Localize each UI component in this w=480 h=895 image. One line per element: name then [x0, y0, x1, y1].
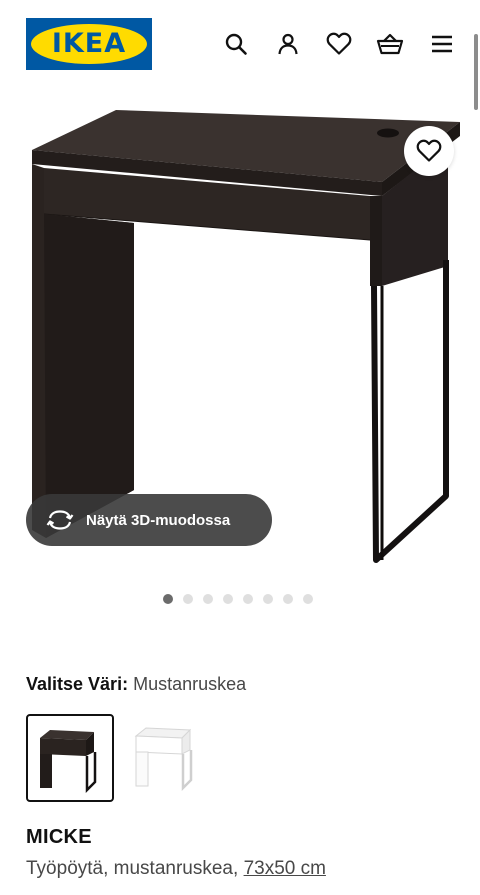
colour-swatch-white[interactable]	[124, 714, 212, 802]
search-icon[interactable]	[222, 28, 250, 60]
colour-value: Mustanruskea	[133, 674, 247, 694]
carousel-dot[interactable]	[283, 594, 293, 604]
carousel-dot[interactable]	[223, 594, 233, 604]
add-to-favourites-button[interactable]	[404, 126, 454, 176]
carousel-dot[interactable]	[263, 594, 273, 604]
carousel-dot[interactable]	[183, 594, 193, 604]
heart-icon	[416, 139, 442, 162]
logo-text: IKEA	[51, 28, 127, 59]
carousel-dot[interactable]	[163, 594, 173, 604]
carousel-indicator	[163, 594, 313, 606]
basket-icon[interactable]	[376, 28, 404, 60]
carousel-dot[interactable]	[203, 594, 213, 604]
rotate-3d-icon	[46, 510, 74, 530]
carousel-dot[interactable]	[243, 594, 253, 604]
product-size-link[interactable]: 73x50 cm	[244, 858, 326, 879]
colour-selector-label: Valitse Väri: Mustanruskea	[26, 674, 246, 695]
colour-swatch-black-brown[interactable]	[26, 714, 114, 802]
view-3d-button[interactable]: Näytä 3D-muodossa	[26, 494, 272, 546]
menu-icon[interactable]	[428, 28, 456, 60]
product-description: Työpöytä, mustanruskea, 73x50 cm	[26, 858, 326, 880]
colour-label: Valitse Väri:	[26, 674, 129, 694]
view-3d-label: Näytä 3D-muodossa	[86, 511, 231, 529]
ikea-logo[interactable]: IKEA	[26, 18, 152, 70]
user-icon[interactable]	[274, 28, 302, 60]
heart-icon[interactable]	[325, 28, 353, 60]
carousel-dot[interactable]	[303, 594, 313, 604]
page-scrollbar[interactable]	[474, 34, 478, 110]
product-name: MICKE	[26, 826, 92, 848]
product-type: Työpöytä, mustanruskea,	[26, 858, 239, 879]
site-header: IKEA	[0, 0, 480, 88]
